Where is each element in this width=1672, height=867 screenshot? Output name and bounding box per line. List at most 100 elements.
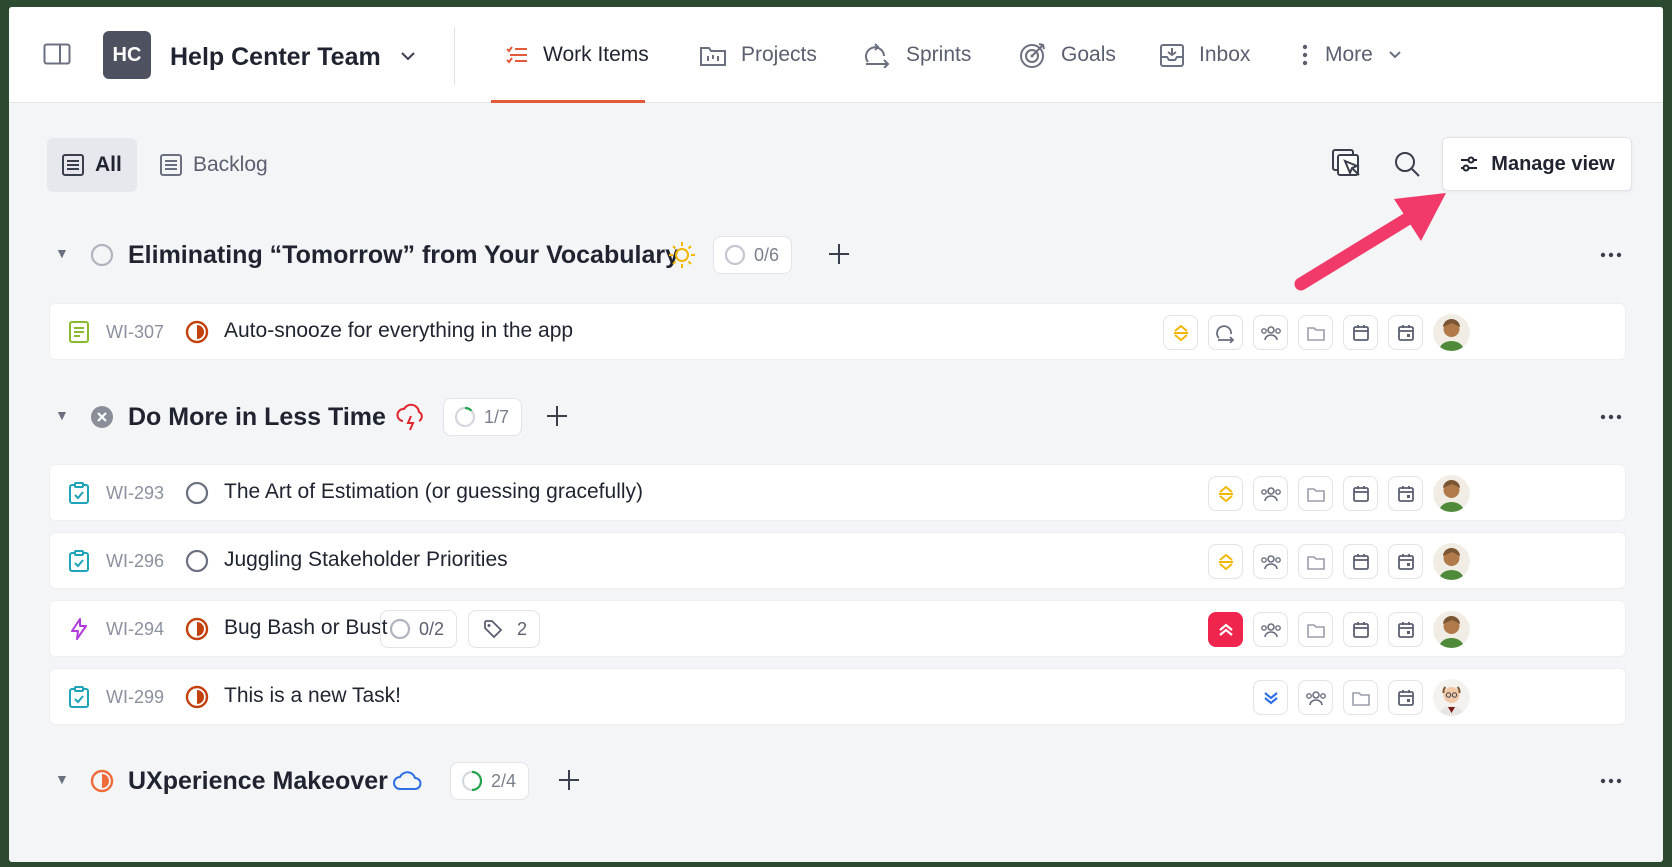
tab-label: More xyxy=(1325,43,1373,66)
more-horizontal-icon[interactable] xyxy=(1599,245,1623,265)
priority-medium-icon[interactable] xyxy=(1208,544,1243,579)
tab-label: Goals xyxy=(1061,43,1116,66)
bug-lightning-icon xyxy=(71,618,87,640)
work-items-icon xyxy=(506,46,527,64)
start-date-calendar-icon[interactable] xyxy=(1343,476,1378,511)
tab-label: Inbox xyxy=(1199,43,1251,66)
due-date-calendar-icon[interactable] xyxy=(1388,612,1423,647)
tab-projects[interactable]: Projects xyxy=(699,37,817,73)
priority-urgent-icon[interactable] xyxy=(1208,612,1243,647)
view-tab-backlog[interactable]: Backlog xyxy=(145,138,282,192)
plus-icon[interactable] xyxy=(542,401,572,431)
chevron-down-icon[interactable] xyxy=(399,47,417,65)
tab-inbox[interactable]: Inbox xyxy=(1159,37,1250,73)
task-icon xyxy=(69,550,89,572)
work-item-title[interactable]: Bug Bash or Bust xyxy=(224,616,387,640)
collapse-caret-icon[interactable]: ▼ xyxy=(55,771,69,787)
tab-more[interactable]: More xyxy=(1299,37,1403,73)
project-folder-icon[interactable] xyxy=(1298,315,1333,350)
plus-icon[interactable] xyxy=(554,765,584,795)
team-members-icon[interactable] xyxy=(1253,544,1288,579)
backlog-state-icon xyxy=(90,243,114,267)
start-date-calendar-icon[interactable] xyxy=(1343,315,1378,350)
project-folder-icon[interactable] xyxy=(1298,476,1333,511)
task-icon xyxy=(69,686,89,708)
sprint-icon[interactable] xyxy=(1208,315,1243,350)
team-members-icon[interactable] xyxy=(1253,612,1288,647)
sun-icon xyxy=(669,242,695,268)
group-title: UXperience Makeover xyxy=(128,767,388,795)
team-avatar[interactable]: HC xyxy=(103,31,151,79)
group-header[interactable]: ▼ Eliminating “Tomorrow” from Your Vocab… xyxy=(9,233,1663,277)
in-progress-status-icon[interactable] xyxy=(184,684,210,710)
assignee-avatar[interactable] xyxy=(1433,679,1470,716)
group-header[interactable]: ▼ UXperience Makeover 2/4 xyxy=(9,759,1663,803)
group-title: Eliminating “Tomorrow” from Your Vocabul… xyxy=(128,241,679,269)
more-horizontal-icon[interactable] xyxy=(1599,771,1623,791)
table-row[interactable]: WI-299 This is a new Task! xyxy=(49,668,1626,725)
work-item-title[interactable]: This is a new Task! xyxy=(224,684,401,708)
work-item-title[interactable]: Auto-snooze for everything in the app xyxy=(224,319,573,343)
bulk-select-icon[interactable] xyxy=(1329,146,1365,182)
sidebar-toggle-icon[interactable] xyxy=(43,42,71,66)
priority-low-icon[interactable] xyxy=(1253,680,1288,715)
due-date-calendar-icon[interactable] xyxy=(1388,680,1423,715)
priority-medium-icon[interactable] xyxy=(1163,315,1198,350)
active-tab-indicator xyxy=(491,100,645,103)
subtask-progress-chip[interactable]: 0/2 xyxy=(380,610,458,648)
todo-status-icon[interactable] xyxy=(184,480,210,506)
assignee-avatar[interactable] xyxy=(1433,543,1470,580)
manage-view-label: Manage view xyxy=(1491,152,1615,175)
assignee-avatar[interactable] xyxy=(1433,611,1470,648)
view-tab-all[interactable]: All xyxy=(47,138,137,192)
table-row[interactable]: WI-294 Bug Bash or Bust 0/2 2 xyxy=(49,600,1626,657)
due-date-calendar-icon[interactable] xyxy=(1388,544,1423,579)
table-row[interactable]: WI-307 Auto-snooze for everything in the… xyxy=(49,303,1626,360)
due-date-calendar-icon[interactable] xyxy=(1388,315,1423,350)
top-bar: HC Help Center Team Work Items Projects … xyxy=(9,7,1663,103)
team-members-icon[interactable] xyxy=(1253,476,1288,511)
tab-goals[interactable]: Goals xyxy=(1019,37,1116,73)
group-title: Do More in Less Time xyxy=(128,403,386,431)
team-members-icon[interactable] xyxy=(1253,315,1288,350)
divider xyxy=(454,27,455,85)
project-folder-icon[interactable] xyxy=(1298,612,1333,647)
view-tab-label: All xyxy=(95,153,122,176)
assignee-avatar[interactable] xyxy=(1433,314,1470,351)
tab-work-items[interactable]: Work Items xyxy=(505,37,649,73)
project-folder-icon[interactable] xyxy=(1343,680,1378,715)
table-row[interactable]: WI-296 Juggling Stakeholder Priorities xyxy=(49,532,1626,589)
projects-icon xyxy=(700,47,726,66)
tab-sprints[interactable]: Sprints xyxy=(864,37,971,73)
search-icon[interactable] xyxy=(1389,146,1425,182)
progress-ring-icon xyxy=(724,244,746,266)
start-date-calendar-icon[interactable] xyxy=(1343,544,1378,579)
manage-view-button[interactable]: Manage view xyxy=(1442,137,1632,191)
group-progress: 0/6 xyxy=(713,236,793,274)
app-window: HC Help Center Team Work Items Projects … xyxy=(9,7,1663,862)
in-progress-status-icon[interactable] xyxy=(184,616,210,642)
plus-icon[interactable] xyxy=(824,239,854,269)
in-progress-status-icon[interactable] xyxy=(184,319,210,345)
work-item-title[interactable]: Juggling Stakeholder Priorities xyxy=(224,548,508,572)
group-progress: 1/7 xyxy=(443,398,523,436)
project-folder-icon[interactable] xyxy=(1298,544,1333,579)
cloud-icon xyxy=(393,771,422,790)
sprints-icon xyxy=(865,43,890,68)
team-members-icon[interactable] xyxy=(1298,680,1333,715)
priority-medium-icon[interactable] xyxy=(1208,476,1243,511)
more-horizontal-icon[interactable] xyxy=(1599,407,1623,427)
tab-label: Work Items xyxy=(543,43,649,66)
todo-status-icon[interactable] xyxy=(184,548,210,574)
due-date-calendar-icon[interactable] xyxy=(1388,476,1423,511)
labels-chip[interactable]: 2 xyxy=(468,610,541,648)
team-name[interactable]: Help Center Team xyxy=(170,43,381,72)
start-date-calendar-icon[interactable] xyxy=(1343,612,1378,647)
table-row[interactable]: WI-293 The Art of Estimation (or guessin… xyxy=(49,464,1626,521)
work-item-title[interactable]: The Art of Estimation (or guessing grace… xyxy=(224,480,643,504)
collapse-caret-icon[interactable]: ▼ xyxy=(55,407,69,423)
assignee-avatar[interactable] xyxy=(1433,475,1470,512)
in-progress-state-icon xyxy=(90,769,114,793)
collapse-caret-icon[interactable]: ▼ xyxy=(55,245,69,261)
group-header[interactable]: ▼ Do More in Less Time 1/7 xyxy=(9,395,1663,439)
